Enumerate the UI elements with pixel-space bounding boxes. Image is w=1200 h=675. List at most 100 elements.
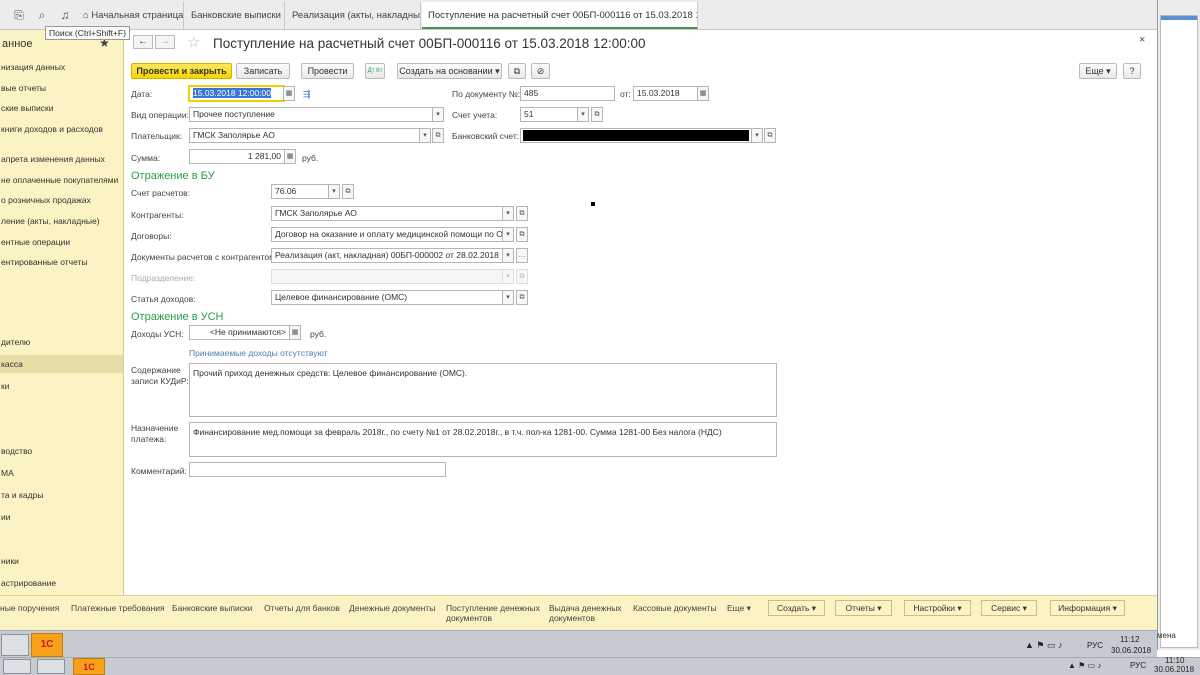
sidebar-item[interactable]: ентированные отчеты <box>0 253 123 271</box>
sidebar-item[interactable] <box>0 398 123 416</box>
usn-income-field[interactable]: <Не принимаются> <box>189 325 290 340</box>
open-icon[interactable]: ⧉ <box>516 290 528 305</box>
tab-home[interactable]: ⌂ Начальная страница <box>77 2 184 29</box>
tab-sales[interactable]: Реализация (акты, накладные) × <box>286 2 421 29</box>
bottom-link[interactable]: Денежные документы <box>349 603 435 613</box>
settlement-account-field[interactable]: 76.06 <box>271 184 329 199</box>
more-icon[interactable]: … <box>516 248 528 263</box>
sidebar-item[interactable]: апрета изменения данных <box>0 150 123 168</box>
no-income-link[interactable]: Принимаемые доходы отсутствуют <box>189 348 328 358</box>
bottom-link[interactable]: Выдача денежных документов <box>549 603 624 623</box>
create-button[interactable]: Создать ▾ <box>768 600 825 616</box>
calculator-icon[interactable]: ▦ <box>284 149 296 164</box>
sidebar-item[interactable]: ление (акты, накладные) <box>0 212 123 230</box>
attachment-icon[interactable]: ⊘ <box>531 63 550 79</box>
window-thumbnail[interactable] <box>1 634 29 656</box>
window-thumbnail[interactable] <box>3 659 31 674</box>
sidebar-item[interactable]: низация данных <box>0 58 123 76</box>
help-button[interactable]: ? <box>1123 63 1141 79</box>
back-button[interactable]: ← <box>133 35 153 49</box>
chevron-down-icon[interactable]: ▾ <box>432 107 444 122</box>
bottom-link[interactable]: Поступление денежных документов <box>446 603 540 623</box>
close-icon[interactable]: × <box>1139 34 1145 46</box>
payment-purpose-field[interactable]: Финансирование мед.помощи за февраль 201… <box>189 422 777 457</box>
chevron-down-icon[interactable]: ▾ <box>577 107 589 122</box>
contract-field[interactable]: Договор на оказание и оплату медицинской… <box>271 227 503 242</box>
create-based-on-button[interactable]: Создать на основании ▾ <box>397 63 502 79</box>
chevron-down-icon[interactable]: ▾ <box>502 206 514 221</box>
reports-button[interactable]: Отчеты ▾ <box>835 600 892 616</box>
post-and-close-button[interactable]: Провести и закрыть <box>131 63 232 79</box>
sidebar-item[interactable]: астрирование <box>0 574 123 592</box>
tab-bank-statements[interactable]: Банковские выписки × <box>185 2 285 29</box>
sidebar-item[interactable]: ии <box>0 508 123 526</box>
sidebar-item[interactable]: касса <box>0 355 123 373</box>
language-indicator[interactable]: РУС <box>1130 661 1146 670</box>
sidebar-item[interactable]: ники <box>0 552 123 570</box>
settings-button[interactable]: Настройки ▾ <box>904 600 971 616</box>
calendar-icon[interactable]: ▦ <box>697 86 709 101</box>
bottom-link[interactable]: Банковские выписки <box>172 603 252 613</box>
sidebar-item[interactable]: дителю <box>0 333 123 351</box>
chevron-down-icon[interactable]: ▾ <box>751 128 763 143</box>
sidebar-item[interactable]: вые отчеты <box>0 79 123 97</box>
more-button[interactable]: Еще ▾ <box>1079 63 1117 79</box>
language-indicator[interactable]: РУС <box>1087 641 1103 650</box>
service-button[interactable]: Сервис ▾ <box>981 600 1037 616</box>
calendar-icon[interactable]: ▦ <box>283 86 295 101</box>
post-button[interactable]: Провести <box>301 63 354 79</box>
chevron-down-icon[interactable]: ▾ <box>328 184 340 199</box>
open-icon[interactable]: ⧉ <box>432 128 444 143</box>
edit-number-icon[interactable]: ⇶ <box>303 89 311 100</box>
payer-field[interactable]: ГМСК Заполярье АО <box>189 128 420 143</box>
window-thumbnail[interactable] <box>37 659 65 674</box>
app-1c-icon[interactable]: 1С <box>73 658 105 675</box>
open-icon[interactable]: ⧉ <box>764 128 776 143</box>
from-date-field[interactable]: 15.03.2018 <box>633 86 698 101</box>
sidebar-item[interactable]: ентные операции <box>0 233 123 251</box>
app-1c-icon[interactable]: 1С <box>31 633 63 657</box>
date-field[interactable]: 15.03.2018 12:00:00 <box>188 85 285 102</box>
kudir-field[interactable]: Прочий приход денежных средств: Целевое … <box>189 363 777 417</box>
chevron-down-icon[interactable]: ▾ <box>502 227 514 242</box>
info-button[interactable]: Информация ▾ <box>1050 600 1125 616</box>
bottom-more[interactable]: Еще ▾ <box>727 603 751 613</box>
sidebar-item[interactable]: водство <box>0 442 123 460</box>
journal-icon[interactable]: Дт Кт <box>365 63 385 79</box>
counterparty-field[interactable]: ГМСК Заполярье АО <box>271 206 503 221</box>
open-icon[interactable]: ⧉ <box>591 107 603 122</box>
sidebar-item[interactable]: та и кадры <box>0 486 123 504</box>
account-field[interactable]: 51 <box>520 107 578 122</box>
chevron-down-icon[interactable]: ▾ <box>419 128 431 143</box>
sidebar-item[interactable]: книги доходов и расходов <box>0 120 123 138</box>
sidebar-item[interactable]: не оплаченные покупателями <box>0 171 123 189</box>
doc-number-field[interactable]: 485 <box>520 86 615 101</box>
bell-icon[interactable]: ♫ <box>54 5 76 25</box>
settlement-docs-field[interactable]: Реализация (акт, накладная) 00БП-000002 … <box>271 248 503 263</box>
income-item-field[interactable]: Целевое финансирование (ОМС) <box>271 290 503 305</box>
sidebar-item[interactable]: МА <box>0 464 123 482</box>
star-icon[interactable]: ☆ <box>187 33 200 51</box>
bottom-link[interactable]: Отчеты для банков <box>264 603 340 613</box>
sidebar-item[interactable]: ские выписки <box>0 99 123 117</box>
bottom-link[interactable]: ные поручения <box>0 603 59 613</box>
chevron-down-icon[interactable]: ▾ <box>502 248 514 263</box>
bottom-link[interactable]: Кассовые документы <box>633 603 717 613</box>
comment-field[interactable] <box>189 462 446 477</box>
bottom-link[interactable]: Платежные требования <box>71 603 165 613</box>
chevron-down-icon[interactable]: ▾ <box>502 290 514 305</box>
search-icon[interactable]: ⌕ <box>31 5 53 25</box>
sidebar-item[interactable] <box>0 312 123 330</box>
save-button[interactable]: Записать <box>236 63 290 79</box>
open-icon[interactable]: ⧉ <box>516 206 528 221</box>
history-icon[interactable]: ⎘ <box>8 5 30 25</box>
calculator-icon[interactable]: ▦ <box>289 325 301 340</box>
sidebar-item[interactable]: ки <box>0 377 123 395</box>
structure-icon[interactable]: ⧉ <box>508 63 526 79</box>
open-icon[interactable]: ⧉ <box>342 184 354 199</box>
sum-field[interactable]: 1 281,00 <box>189 149 285 164</box>
forward-button[interactable]: → <box>155 35 175 49</box>
tab-receipt[interactable]: Поступление на расчетный счет 00БП-00011… <box>422 2 698 29</box>
open-icon[interactable]: ⧉ <box>516 227 528 242</box>
operation-field[interactable]: Прочее поступление <box>189 107 433 122</box>
